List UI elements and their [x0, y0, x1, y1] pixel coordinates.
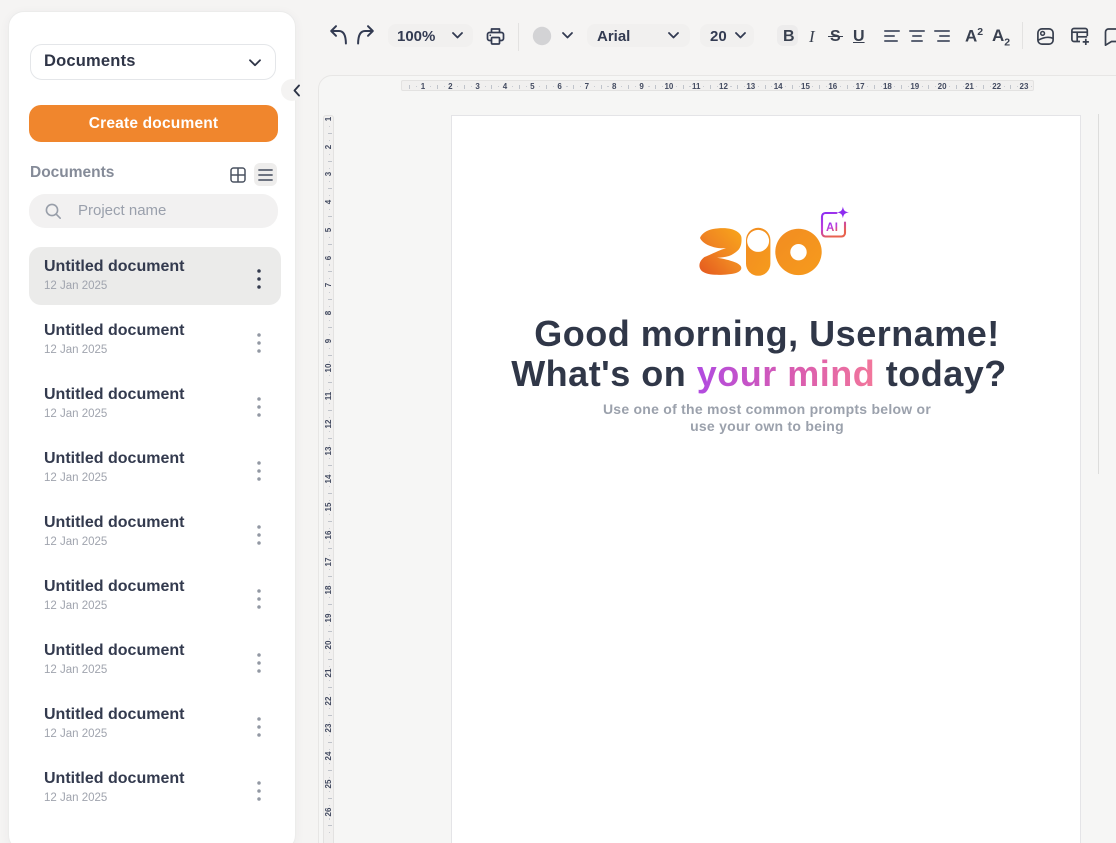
svg-text:AI: AI [826, 222, 839, 234]
